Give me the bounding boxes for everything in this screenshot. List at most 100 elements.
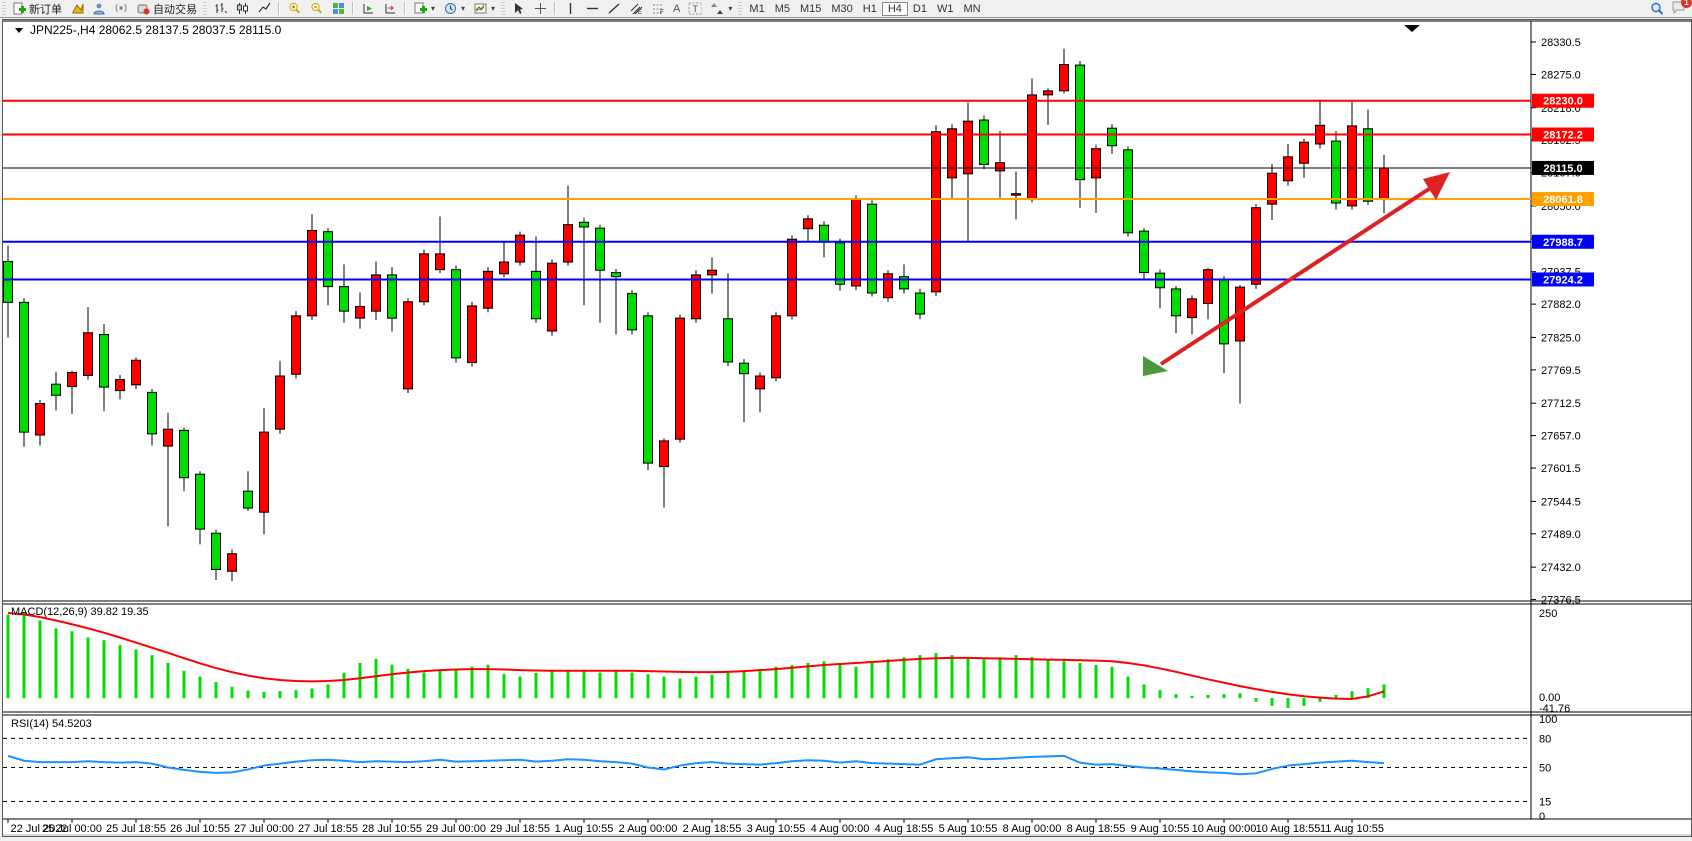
macd-histogram-bar: [279, 691, 282, 698]
equidistant-channel-tool[interactable]: E: [625, 1, 647, 16]
tab-timeframe-mn[interactable]: MN: [958, 2, 985, 16]
chevron-down-icon: ▾: [491, 4, 495, 13]
crosshair-icon: [533, 2, 547, 15]
macd-histogram-bar: [167, 663, 170, 698]
toolbar-separator: [352, 2, 354, 15]
zoom-in-button[interactable]: [283, 1, 305, 16]
candle-body: [420, 254, 429, 302]
time-axis-label: 29 Jul 00:00: [426, 823, 486, 835]
time-axis-label: 5 Aug 10:55: [939, 823, 998, 835]
tile-windows-button[interactable]: [327, 1, 349, 16]
signals-button[interactable]: [110, 1, 132, 16]
text-label-tool[interactable]: T: [684, 1, 706, 16]
candle-body: [100, 335, 109, 388]
candle-body: [52, 384, 61, 395]
macd-histogram-bar: [503, 674, 506, 698]
macd-histogram-bar: [23, 613, 26, 698]
svg-text:27657.0: 27657.0: [1541, 431, 1581, 443]
new-order-button[interactable]: 新订单: [8, 1, 66, 16]
trendline-tool[interactable]: [603, 1, 625, 16]
chart-shift-button[interactable]: [379, 1, 401, 16]
tab-timeframe-h1[interactable]: H1: [858, 2, 882, 16]
candle-body: [724, 319, 733, 362]
templates-button[interactable]: ▾: [469, 1, 499, 16]
macd-histogram-bar: [215, 682, 218, 698]
candle-body: [20, 302, 29, 432]
tab-timeframe-d1[interactable]: D1: [908, 2, 932, 16]
macd-histogram-bar: [823, 661, 826, 698]
macd-label: MACD(12,26,9) 39.82 19.35: [11, 606, 149, 618]
macd-histogram-bar: [983, 659, 986, 698]
line-chart-button[interactable]: [253, 1, 275, 16]
candle-body: [356, 306, 365, 318]
tab-timeframe-h4[interactable]: H4: [882, 2, 908, 16]
svg-text:28330.5: 28330.5: [1541, 37, 1581, 49]
cursor-tool-button[interactable]: [507, 1, 529, 16]
candle-body: [276, 376, 285, 429]
macd-histogram-bar: [519, 677, 522, 698]
price-chart[interactable]: 28330.528275.028218.028162.528107.028050…: [3, 20, 1691, 836]
trendline-icon: [607, 2, 621, 15]
macd-histogram-bar: [583, 671, 586, 698]
candlestick-chart-button[interactable]: [231, 1, 253, 16]
chart-window[interactable]: 28330.528275.028218.028162.528107.028050…: [2, 19, 1692, 837]
macd-histogram-bar: [375, 659, 378, 698]
indicators-icon: [413, 2, 427, 15]
toolbar-grip[interactable]: [2, 2, 6, 15]
macd-histogram-bar: [1335, 695, 1338, 698]
zoom-out-button[interactable]: [305, 1, 327, 16]
tab-timeframe-m1[interactable]: M1: [744, 2, 769, 16]
notifications-button[interactable]: 1: [1672, 1, 1686, 17]
candle-body: [228, 554, 237, 572]
market-watch-button[interactable]: [66, 1, 88, 16]
line-chart-icon: [257, 2, 271, 15]
crosshair-tool-button[interactable]: [529, 1, 551, 16]
signals-icon: [114, 2, 128, 15]
svg-text:27988.7: 27988.7: [1543, 237, 1583, 249]
macd-histogram-bar: [1191, 696, 1194, 698]
toolbar-grip[interactable]: [203, 2, 207, 15]
auto-scroll-button[interactable]: [357, 1, 379, 16]
candle-body: [1092, 149, 1101, 178]
toolbar-grip[interactable]: [501, 2, 505, 15]
text-tool-icon: A: [673, 3, 680, 15]
macd-histogram-bar: [359, 663, 362, 698]
chevron-down-icon: ▾: [728, 4, 732, 13]
time-axis-label: 2 Aug 00:00: [619, 823, 678, 835]
macd-histogram-bar: [791, 665, 794, 698]
macd-histogram-bar: [1351, 691, 1354, 698]
toolbar-grip[interactable]: [738, 2, 742, 15]
tab-timeframe-w1[interactable]: W1: [932, 2, 959, 16]
fibonacci-tool[interactable]: F: [647, 1, 669, 16]
cursor-arrow-icon: [511, 2, 525, 15]
periods-button[interactable]: ▾: [439, 1, 469, 16]
search-icon[interactable]: [1650, 2, 1664, 15]
indicators-button[interactable]: ▾: [409, 1, 439, 16]
candle-body: [180, 430, 189, 477]
candle-body: [1252, 208, 1261, 285]
bar-chart-icon: [213, 2, 227, 15]
text-tool[interactable]: A: [669, 1, 684, 16]
chart-title: JPN225-,H4 28062.5 28137.5 28037.5 28115…: [30, 23, 282, 37]
candle-body: [196, 474, 205, 529]
candle-body: [1028, 95, 1037, 199]
candle-body: [612, 273, 621, 277]
svg-text:27489.0: 27489.0: [1541, 529, 1581, 541]
candle-body: [580, 222, 589, 227]
chevron-down-icon: ▾: [431, 4, 435, 13]
candle-body: [980, 120, 989, 164]
tab-timeframe-m5[interactable]: M5: [770, 2, 795, 16]
auto-trading-button[interactable]: 自动交易: [132, 1, 201, 16]
tab-timeframe-m15[interactable]: M15: [795, 2, 826, 16]
horizontal-line-tool[interactable]: [581, 1, 603, 16]
tab-timeframe-m30[interactable]: M30: [826, 2, 857, 16]
vertical-line-tool[interactable]: [559, 1, 581, 16]
macd-histogram-bar: [135, 649, 138, 698]
candle-body: [644, 316, 653, 463]
rsi-label: RSI(14) 54.5203: [11, 718, 92, 730]
arrows-tool-button[interactable]: ▾: [706, 1, 736, 16]
equidistant-channel-icon: E: [629, 2, 643, 15]
profile-button[interactable]: [88, 1, 110, 16]
bar-chart-button[interactable]: [209, 1, 231, 16]
new-order-icon: [12, 2, 26, 15]
